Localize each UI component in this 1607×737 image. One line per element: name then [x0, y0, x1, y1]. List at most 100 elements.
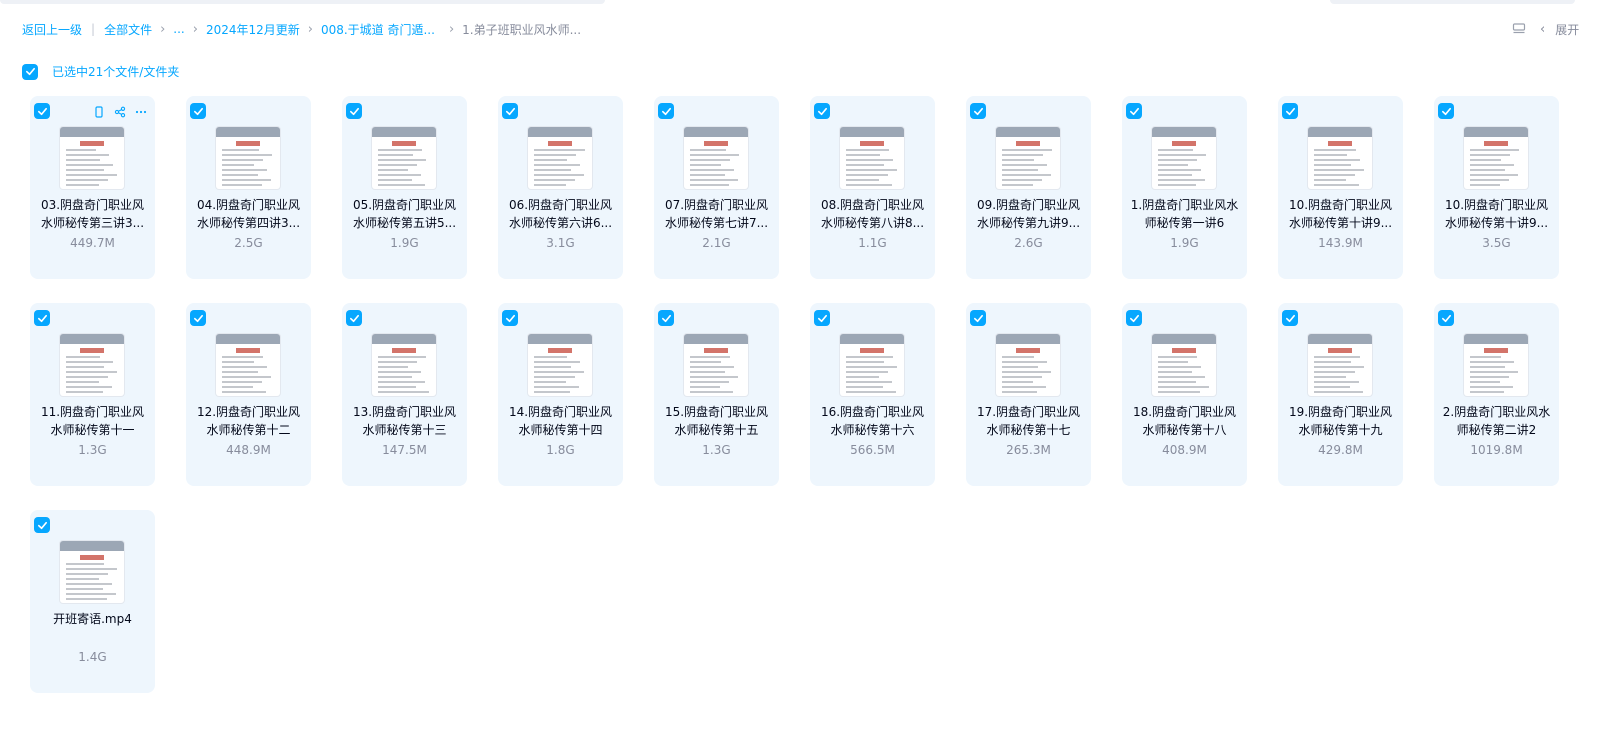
thumbnail-text-line	[1158, 361, 1188, 363]
file-checkbox[interactable]	[190, 103, 206, 119]
thumbnail-text-line	[846, 149, 889, 151]
file-checkbox[interactable]	[1438, 310, 1454, 326]
thumbnail-text-line	[66, 376, 108, 378]
thumbnail-text-line	[1002, 386, 1046, 388]
thumbnail-title-tag	[1016, 141, 1040, 146]
breadcrumb-item-all-files[interactable]: 全部文件	[104, 21, 152, 38]
file-card[interactable]: 10.阴盘奇门职业风水师秘传第十讲9... 3.5G	[1434, 96, 1559, 279]
file-card[interactable]: 09.阴盘奇门职业风水师秘传第九讲9... 2.6G	[966, 96, 1091, 279]
share-icon[interactable]	[113, 105, 126, 118]
file-card[interactable]: 1.阴盘奇门职业风水师秘传第一讲6 1.9G	[1122, 96, 1247, 279]
file-card[interactable]: 19.阴盘奇门职业风水师秘传第十九 429.8M	[1278, 303, 1403, 486]
thumbnail-text-line	[378, 366, 408, 368]
file-grid: 03.阴盘奇门职业风水师秘传第三讲3... 449.7M 04.阴盘奇门职业风水师秘…	[30, 96, 1590, 693]
file-card[interactable]: 08.阴盘奇门职业风水师秘传第八讲8... 1.1G	[810, 96, 935, 279]
file-card[interactable]: 05.阴盘奇门职业风水师秘传第五讲5... 1.9G	[342, 96, 467, 279]
phone-icon[interactable]	[92, 105, 105, 118]
file-name: 1.阴盘奇门职业风水师秘传第一讲6	[1130, 198, 1239, 230]
file-card[interactable]: 10.阴盘奇门职业风水师秘传第十讲9... 143.9M	[1278, 96, 1403, 279]
file-checkbox[interactable]	[1282, 310, 1298, 326]
file-checkbox[interactable]	[1438, 103, 1454, 119]
thumbnail-text-line	[1314, 371, 1355, 373]
file-checkbox[interactable]	[814, 310, 830, 326]
file-checkbox[interactable]	[970, 310, 986, 326]
file-name: 19.阴盘奇门职业风水师秘传第十九	[1288, 405, 1393, 437]
file-thumbnail	[684, 334, 748, 396]
thumbnail-text-line	[1158, 391, 1200, 393]
file-checkbox[interactable]	[970, 103, 986, 119]
breadcrumb-item-qimen[interactable]: 008.于城道 奇门遁...	[321, 21, 435, 38]
thumbnail-banner	[1464, 127, 1528, 137]
file-card[interactable]: 13.阴盘奇门职业风水师秘传第十三 147.5M	[342, 303, 467, 486]
thumbnail-text-line	[690, 159, 730, 161]
thumbnail-banner	[1464, 334, 1528, 344]
file-size: 448.9M	[226, 443, 271, 457]
file-card[interactable]: 03.阴盘奇门职业风水师秘传第三讲3... 449.7M	[30, 96, 155, 279]
file-thumbnail	[528, 127, 592, 189]
thumbnail-text-line	[846, 361, 884, 363]
file-size: 2.5G	[234, 236, 263, 250]
file-card[interactable]: 2.阴盘奇门职业风水师秘传第二讲2 1019.8M	[1434, 303, 1559, 486]
expand-button[interactable]: ‹ 展开	[1540, 21, 1579, 38]
thumbnail-text-line	[534, 179, 575, 181]
file-card[interactable]: 16.阴盘奇门职业风水师秘传第十六 566.5M	[810, 303, 935, 486]
file-card[interactable]: 15.阴盘奇门职业风水师秘传第十五 1.3G	[654, 303, 779, 486]
file-checkbox[interactable]	[658, 103, 674, 119]
select-all-checkbox[interactable]	[22, 63, 38, 80]
file-card[interactable]: 06.阴盘奇门职业风水师秘传第六讲6... 3.1G	[498, 96, 623, 279]
file-checkbox[interactable]	[1282, 103, 1298, 119]
file-checkbox[interactable]	[34, 103, 50, 119]
file-size: 3.5G	[1482, 236, 1511, 250]
thumbnail-banner	[840, 334, 904, 344]
file-thumbnail	[1152, 127, 1216, 189]
file-checkbox[interactable]	[346, 103, 362, 119]
back-link[interactable]: 返回上一级	[22, 21, 82, 38]
thumbnail-text-line	[534, 159, 567, 161]
thumbnail-title-tag	[236, 141, 260, 146]
file-checkbox[interactable]	[190, 310, 206, 326]
breadcrumb-item-dec-update[interactable]: 2024年12月更新	[206, 21, 300, 38]
breadcrumb-item-ellipsis[interactable]: ...	[173, 22, 184, 36]
file-checkbox[interactable]	[814, 103, 830, 119]
file-checkbox[interactable]	[346, 310, 362, 326]
file-card[interactable]: 14.阴盘奇门职业风水师秘传第十四 1.8G	[498, 303, 623, 486]
file-size: 408.9M	[1162, 443, 1207, 457]
file-checkbox[interactable]	[658, 310, 674, 326]
file-checkbox[interactable]	[1126, 103, 1142, 119]
thumbnail-text-line	[66, 563, 104, 565]
file-card[interactable]: 07.阴盘奇门职业风水师秘传第七讲7... 2.1G	[654, 96, 779, 279]
thumbnail-text-line	[1470, 386, 1513, 388]
thumbnail-text-line	[222, 391, 266, 393]
list-view-icon[interactable]	[1512, 22, 1526, 36]
file-size: 2.6G	[1014, 236, 1043, 250]
thumbnail-banner	[528, 334, 592, 344]
thumbnail-text-line	[1158, 149, 1193, 151]
file-card[interactable]: 12.阴盘奇门职业风水师秘传第十二 448.9M	[186, 303, 311, 486]
thumbnail-text-line	[1158, 386, 1209, 388]
thumbnail-text-line	[222, 174, 258, 176]
thumbnail-title-tag	[236, 348, 260, 353]
file-card[interactable]: 开班寄语.mp4 1.4G	[30, 510, 155, 693]
breadcrumb: 返回上一级 | 全部文件 › ... › 2024年12月更新 › 008.于城…	[22, 20, 581, 38]
thumbnail-text-line	[66, 583, 112, 585]
file-thumbnail	[60, 541, 124, 603]
file-card[interactable]: 18.阴盘奇门职业风水师秘传第十八 408.9M	[1122, 303, 1247, 486]
file-size: 265.3M	[1006, 443, 1051, 457]
thumbnail-text-line	[534, 356, 567, 358]
thumbnail-text-line	[1314, 149, 1356, 151]
file-checkbox[interactable]	[502, 103, 518, 119]
file-name: 09.阴盘奇门职业风水师秘传第九讲9...	[976, 198, 1081, 230]
file-checkbox[interactable]	[34, 517, 50, 533]
file-thumbnail	[996, 127, 1060, 189]
file-checkbox[interactable]	[34, 310, 50, 326]
file-checkbox[interactable]	[1126, 310, 1142, 326]
thumbnail-text-line	[846, 169, 897, 171]
file-card[interactable]: 17.阴盘奇门职业风水师秘传第十七 265.3M	[966, 303, 1091, 486]
file-checkbox[interactable]	[502, 310, 518, 326]
file-card[interactable]: 11.阴盘奇门职业风水师秘传第十一 1.3G	[30, 303, 155, 486]
more-icon[interactable]	[134, 105, 147, 118]
thumbnail-text-line	[690, 386, 720, 388]
file-card[interactable]: 04.阴盘奇门职业风水师秘传第四讲3... 2.5G	[186, 96, 311, 279]
thumbnail-text-line	[1470, 179, 1509, 181]
thumbnail-text-line	[1158, 164, 1188, 166]
